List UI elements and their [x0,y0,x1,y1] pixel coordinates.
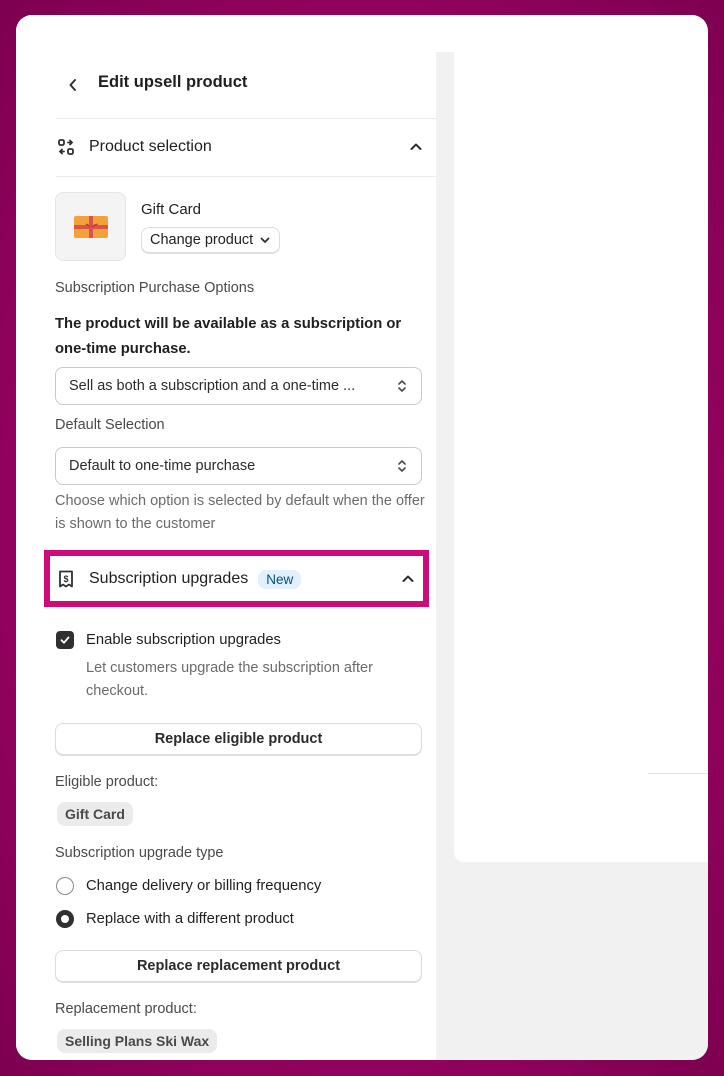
radio-change-frequency[interactable] [56,877,74,895]
subscription-icon: $ [56,569,76,589]
upgrade-type-label: Subscription upgrade type [55,845,224,861]
eligible-product-label: Eligible product: [55,774,159,790]
enable-upgrades-label: Enable subscription upgrades [86,632,281,648]
radio-change-frequency-label: Change delivery or billing frequency [86,878,322,894]
divider [56,118,436,119]
product-selection-title: Product selection [89,138,212,155]
app-window: Edit upsell product Product selection Gi… [16,15,708,1060]
back-button[interactable] [64,75,82,95]
enable-upgrades-checkbox[interactable] [56,631,74,649]
purchase-option-value: Sell as both a subscription and a one-ti… [69,378,356,394]
settings-panel: Edit upsell product Product selection Gi… [16,15,436,1060]
product-name: Gift Card [141,201,202,218]
change-product-button[interactable]: Change product [141,227,281,253]
replace-replacement-product-button[interactable]: Replace replacement product [55,950,422,982]
svg-text:$: $ [63,574,68,584]
checkmark-icon [60,636,70,644]
subscription-upgrades-title: Subscription upgrades [89,570,249,587]
product-selection-header[interactable]: Product selection [56,127,424,167]
default-selection-value: Default to one-time purchase [69,458,256,474]
preview-divider [648,773,708,774]
default-selection-help: Choose which option is selected by defau… [55,493,425,532]
page-title: Edit upsell product [98,73,248,91]
chevron-down-icon [260,237,270,243]
new-badge: New [258,569,302,589]
purchase-option-select[interactable]: Sell as both a subscription and a one-ti… [55,367,422,405]
enable-upgrades-help: Let customers upgrade the subscription a… [86,660,373,699]
purchase-options-label: Subscription Purchase Options [55,280,255,296]
eligible-product-tag: Gift Card [57,802,133,826]
replace-eligible-product-button[interactable]: Replace eligible product [55,723,422,755]
default-selection-label: Default Selection [55,417,165,433]
availability-text: The product will be available as a subsc… [55,316,402,357]
radio-replace-product[interactable] [56,910,74,928]
divider [56,176,436,177]
chevron-up-icon [402,575,414,582]
product-thumbnail [55,192,126,261]
chevron-up-icon [410,143,422,150]
select-updown-icon [398,380,406,392]
replacement-product-label: Replacement product: [55,1001,197,1017]
replacement-product-tag: Selling Plans Ski Wax [57,1029,218,1053]
subscription-upgrades-header[interactable]: $ Subscription upgrades New [56,559,416,599]
default-selection-select[interactable]: Default to one-time purchase [55,447,422,485]
back-icon [69,79,76,91]
product-selection-icon [56,137,76,157]
gift-card-image [73,215,108,238]
change-product-label: Change product [150,232,254,248]
radio-replace-product-label: Replace with a different product [86,911,294,927]
select-updown-icon [398,460,406,472]
preview-card [454,52,708,862]
